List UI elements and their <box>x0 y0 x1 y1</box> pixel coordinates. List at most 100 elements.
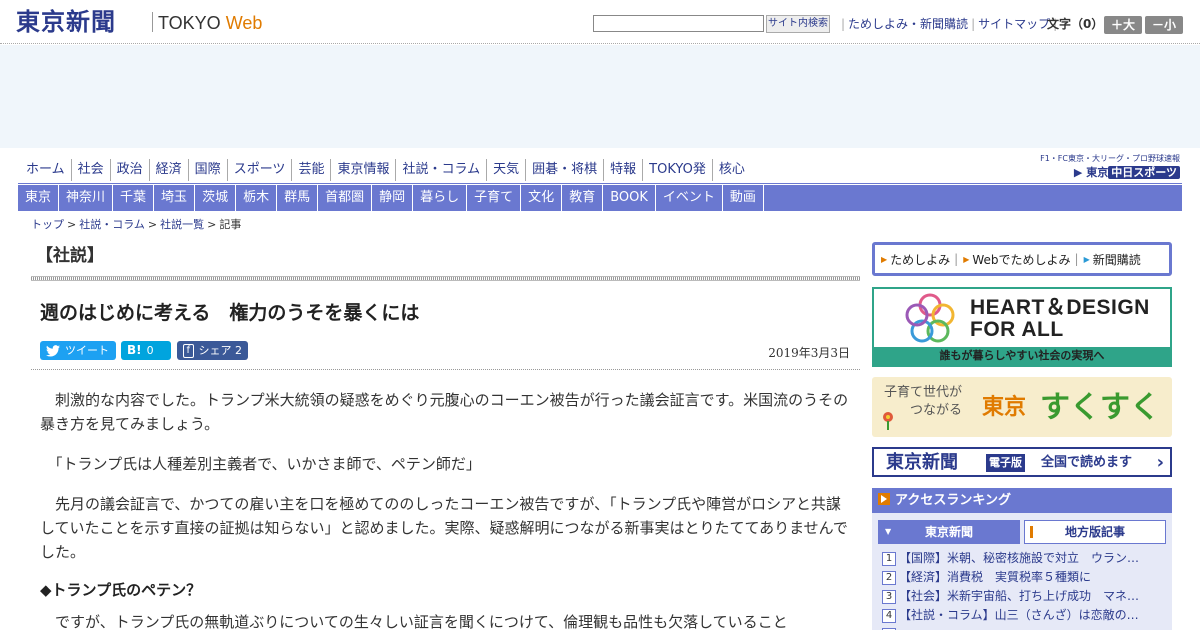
nav-politics[interactable]: 政治 <box>111 159 150 181</box>
nav-tokyo-hatsu[interactable]: TOKYO発 <box>643 159 713 181</box>
breadcrumb-editorial-column[interactable]: 社説・コラム <box>79 218 145 231</box>
ad-area <box>0 45 1200 148</box>
ranking-item[interactable]: 3 【社会】米新宇宙船、打ち上げ成功 マネ… <box>882 587 1164 606</box>
rank-number: 2 <box>882 571 896 585</box>
nav-sports[interactable]: スポーツ <box>228 159 293 181</box>
nav-parenting[interactable]: 子育て <box>467 185 522 211</box>
ranking-tab-tokyo[interactable]: ▼ 東京新聞 <box>878 520 1020 544</box>
ranking-item[interactable]: 4 【社説・コラム】山三（さんざ）は恋敵の… <box>882 606 1164 625</box>
nav-tokyo-info[interactable]: 東京情報 <box>331 159 397 181</box>
tweet-button[interactable]: ツイート <box>40 341 116 360</box>
flower-icon <box>883 412 893 430</box>
divider: | <box>971 17 976 31</box>
hatena-count: 0 <box>146 344 154 357</box>
ranking-title: アクセスランキング <box>895 493 1011 508</box>
fb-share-count: 2 <box>235 344 242 357</box>
tokyo-sukusuku-banner[interactable]: 子育て世代が つながる 東京 すくすく <box>872 377 1172 437</box>
breadcrumb-separator: > <box>147 218 158 231</box>
web-trial-read-link[interactable]: Webでためしよみ <box>972 251 1070 268</box>
nav-book[interactable]: BOOK <box>603 185 656 211</box>
breadcrumb-top[interactable]: トップ <box>31 218 64 231</box>
ranking-tab-local[interactable]: 地方版記事 <box>1024 520 1166 544</box>
nav-region-shizuoka[interactable]: 静岡 <box>372 185 414 211</box>
rank-number: 3 <box>882 590 896 604</box>
article-date: 2019年3月3日 <box>768 346 850 360</box>
subscribe-newspaper-link[interactable]: 新聞購読 <box>1093 251 1141 268</box>
digital-edition-tag: 電子版 <box>986 454 1025 472</box>
chunichi-sports-banner[interactable]: F1・FC東京・大リーグ・プロ野球速報 ▶ 東京 中日スポーツ <box>1022 154 1180 180</box>
nav-living[interactable]: 暮らし <box>413 185 468 211</box>
play-box-icon <box>878 493 890 505</box>
logo-divider <box>152 12 153 32</box>
nav-tokuho[interactable]: 特報 <box>604 159 644 181</box>
article-paragraph: 「トランプ氏は人種差別主義者で、いかさま師で、ペテン師だ」 <box>40 452 850 476</box>
trial-read-link[interactable]: ためしよみ <box>890 251 950 268</box>
breadcrumb-separator: > <box>207 218 217 231</box>
tab-marker-icon <box>1030 526 1033 538</box>
digital-edition-banner[interactable]: 東京新聞 電子版 全国で読めます › <box>872 447 1172 477</box>
nav-video[interactable]: 動画 <box>723 185 764 211</box>
site-search-button[interactable]: サイト内検索 <box>766 15 830 33</box>
nav-region-tochigi[interactable]: 栃木 <box>236 185 278 211</box>
nav-events[interactable]: イベント <box>656 185 723 211</box>
nav-region-chiba[interactable]: 千葉 <box>113 185 155 211</box>
article-paragraph-text: ですが、トランプ氏の無軌道ぶりについての生々しい証言を聞くにつけて、倫理観も品性… <box>55 613 788 630</box>
sukusuku-tagline-1: 子育て世代が <box>884 385 963 400</box>
ranking-item[interactable]: 1 【国際】米朝、秘密核施設で対立 ウラン… <box>882 549 1164 568</box>
heart-design-banner[interactable]: HEART＆DESIGN FOR ALL 誰もが暮らしやすい社会の実現へ <box>872 287 1172 367</box>
digital-edition-logo: 東京新聞 <box>886 452 958 473</box>
nav-go-shogi[interactable]: 囲碁・将棋 <box>526 159 605 181</box>
sitemap-link[interactable]: サイトマップ <box>978 17 1050 31</box>
tweet-label: ツイート <box>65 344 109 357</box>
rank-number: 4 <box>882 609 896 623</box>
article-paragraph: 先月の議会証言で、かつての雇い主を口を極めてののしったコーエン被告ですが、「トラ… <box>40 492 850 564</box>
breadcrumb-editorial-list[interactable]: 社説一覧 <box>160 218 204 231</box>
nav-culture[interactable]: 文化 <box>521 185 563 211</box>
ranking-header: アクセスランキング <box>872 488 1172 513</box>
ranking-item[interactable]: 5 <box>882 625 1164 630</box>
ranking-item-text: 【経済】消費税 実質税率５種類に <box>899 570 1092 584</box>
font-smaller-button[interactable]: －小 <box>1145 16 1183 34</box>
hatena-b-icon: B! <box>127 343 142 357</box>
nav-international[interactable]: 国際 <box>189 159 228 181</box>
nav-region-saitama[interactable]: 埼玉 <box>154 185 196 211</box>
article-subhead: ◆トランプ氏のペテン？ <box>40 581 202 599</box>
site-logo[interactable]: 東京新聞 <box>16 8 116 36</box>
article-paragraph: 刺激的な内容でした。トランプ米大統領の疑惑をめぐり元腹心のコーエン被告が行った議… <box>40 388 850 436</box>
article-paragraph-text: 先月の議会証言で、かつての雇い主を口を極めてののしったコーエン被告ですが、「トラ… <box>40 495 848 561</box>
fb-share-label: シェア <box>198 344 232 357</box>
search-input[interactable] <box>593 15 764 32</box>
facebook-share-button[interactable]: f シェア 2 <box>177 341 248 360</box>
heart-design-caption: 誰もが暮らしやすい社会の実現へ <box>874 347 1170 365</box>
nav-home[interactable]: ホーム <box>20 159 72 181</box>
nav-society[interactable]: 社会 <box>72 159 111 181</box>
font-bigger-button[interactable]: ＋大 <box>1104 16 1142 34</box>
triangle-right-icon: ▶ <box>881 254 888 264</box>
ranking-item-text: 【国際】米朝、秘密核施設で対立 ウラン… <box>899 551 1140 565</box>
nav-kakushin[interactable]: 核心 <box>713 159 751 181</box>
chunichi-logo: ▶ 東京 中日スポーツ <box>1022 166 1180 180</box>
nav-region-shutoken[interactable]: 首都圏 <box>318 185 373 211</box>
section-label: 【社説】 <box>36 246 104 266</box>
nav-region-kanagawa[interactable]: 神奈川 <box>59 185 114 211</box>
nav-region-ibaraki[interactable]: 茨城 <box>195 185 237 211</box>
tokyo-web-logo[interactable]: TOKYO Web <box>158 12 262 34</box>
article-title: 週のはじめに考える 権力のうそを暴くには <box>40 302 420 324</box>
subscribe-link[interactable]: ためしよみ・新聞購読 <box>848 17 968 31</box>
ranking-list: 1 【国際】米朝、秘密核施設で対立 ウラン… 2 【経済】消費税 実質税率５種類に … <box>882 549 1164 630</box>
article-paragraph-text: 刺激的な内容でした。トランプ米大統領の疑惑をめぐり元腹心のコーエン被告が行った議… <box>40 391 849 433</box>
nav-editorial-column[interactable]: 社説・コラム <box>396 159 488 181</box>
nav-entertainment[interactable]: 芸能 <box>292 159 332 181</box>
nav-education[interactable]: 教育 <box>562 185 604 211</box>
nav-region-tokyo[interactable]: 東京 <box>18 185 60 211</box>
subscription-links-box: ▶ ためしよみ | ▶ Webでためしよみ | ▶ 新聞購読 <box>872 242 1172 276</box>
sukusuku-tokyo: 東京 <box>982 395 1027 420</box>
nav-economy[interactable]: 経済 <box>150 159 189 181</box>
heart-design-title: HEART＆DESIGN FOR ALL <box>970 297 1150 341</box>
facebook-f-icon: f <box>183 343 194 358</box>
ranking-item[interactable]: 2 【経済】消費税 実質税率５種類に <box>882 568 1164 587</box>
nav-region-gunma[interactable]: 群馬 <box>277 185 319 211</box>
hatena-bookmark-button[interactable]: B! 0 <box>121 341 171 360</box>
flower-logo-icon <box>905 293 955 343</box>
nav-weather[interactable]: 天気 <box>487 159 527 181</box>
